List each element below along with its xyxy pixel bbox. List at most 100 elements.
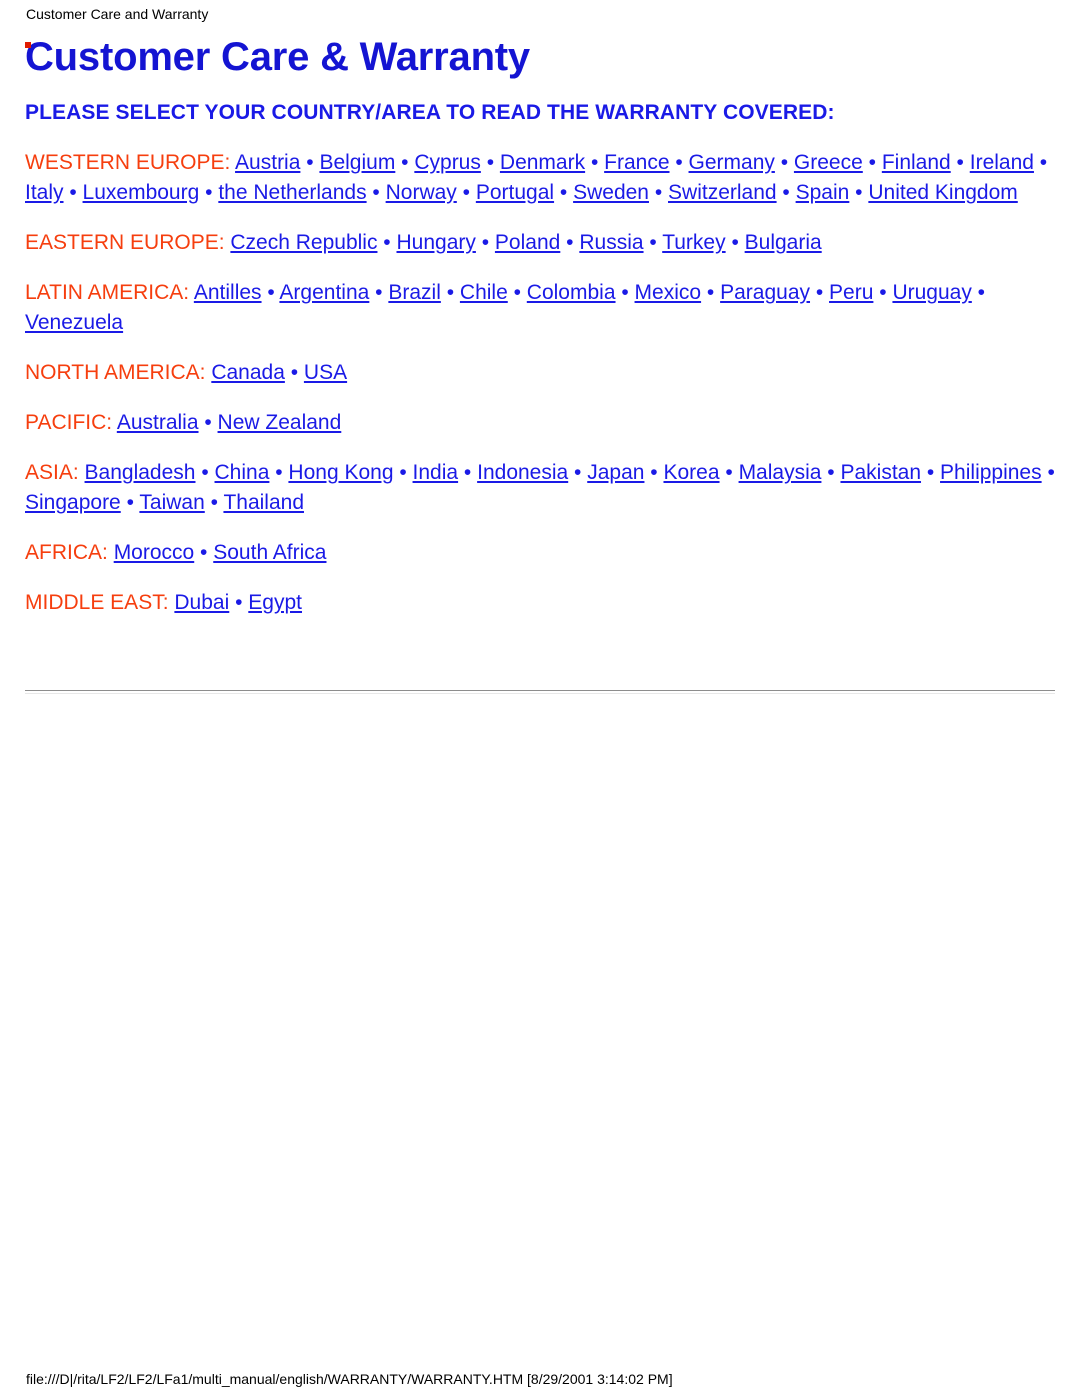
country-link[interactable]: Korea (663, 461, 719, 484)
bullet-separator: • (560, 231, 580, 254)
country-link[interactable]: Finland (882, 151, 951, 174)
country-link[interactable]: New Zealand (218, 411, 342, 434)
region-row: AFRICA: Morocco • South Africa (25, 538, 1055, 568)
bullet-separator: • (725, 231, 745, 254)
country-link[interactable]: Denmark (500, 151, 585, 174)
country-link[interactable]: Turkey (662, 231, 725, 254)
bullet-separator: • (810, 281, 830, 304)
country-link[interactable]: Paraguay (720, 281, 810, 304)
country-link[interactable]: France (604, 151, 669, 174)
country-link[interactable]: Pakistan (840, 461, 921, 484)
bullet-separator: • (669, 151, 689, 174)
bullet-separator: • (198, 411, 218, 434)
country-link[interactable]: United Kingdom (868, 181, 1017, 204)
region-country-links: Dubai • Egypt (169, 591, 302, 614)
country-link[interactable]: Russia (579, 231, 643, 254)
region-country-links: Australia • New Zealand (112, 411, 341, 434)
country-link[interactable]: Egypt (248, 591, 302, 614)
country-link[interactable]: Cyprus (414, 151, 481, 174)
country-link[interactable]: Germany (689, 151, 775, 174)
region-label: NORTH AMERICA: (25, 361, 206, 384)
bullet-separator: • (395, 151, 415, 174)
country-link[interactable]: Australia (117, 411, 199, 434)
country-link[interactable]: Czech Republic (230, 231, 377, 254)
country-link[interactable]: Thailand (223, 491, 304, 514)
country-link[interactable]: Peru (829, 281, 873, 304)
country-link[interactable]: Italy (25, 181, 64, 204)
bullet-separator: • (971, 281, 986, 304)
country-link[interactable]: Colombia (527, 281, 616, 304)
country-link[interactable]: Bangladesh (85, 461, 196, 484)
region-row: PACIFIC: Australia • New Zealand (25, 408, 1055, 438)
bullet-separator: • (873, 281, 893, 304)
country-link[interactable]: Taiwan (139, 491, 204, 514)
bullet-separator: • (719, 461, 739, 484)
country-link[interactable]: India (413, 461, 459, 484)
bullet-separator: • (458, 461, 478, 484)
region-label: EASTERN EUROPE: (25, 231, 225, 254)
region-row: ASIA: Bangladesh • China • Hong Kong • I… (25, 458, 1055, 518)
country-link[interactable]: Switzerland (668, 181, 777, 204)
bullet-separator: • (774, 151, 794, 174)
country-link[interactable]: Canada (211, 361, 285, 384)
country-link[interactable]: USA (304, 361, 347, 384)
bullet-separator: • (1041, 461, 1055, 484)
bullet-separator: • (63, 181, 83, 204)
region-label: WESTERN EUROPE: (25, 151, 231, 174)
bullet-separator: • (507, 281, 527, 304)
bullet-separator: • (480, 151, 500, 174)
red-marker-dot (25, 42, 31, 48)
country-link[interactable]: Brazil (388, 281, 441, 304)
country-link[interactable]: Belgium (319, 151, 395, 174)
country-link[interactable]: Greece (794, 151, 863, 174)
country-link[interactable]: Morocco (114, 541, 195, 564)
country-link[interactable]: Indonesia (477, 461, 568, 484)
country-link[interactable]: Austria (235, 151, 300, 174)
horizontal-divider (25, 690, 1055, 694)
country-link[interactable]: Luxembourg (83, 181, 200, 204)
bullet-separator: • (261, 281, 280, 304)
country-link[interactable]: Antilles (194, 281, 262, 304)
country-link[interactable]: Bulgaria (745, 231, 822, 254)
country-link[interactable]: Japan (587, 461, 644, 484)
main-content: Customer Care & Warranty PLEASE SELECT Y… (25, 34, 1055, 618)
country-link[interactable]: Philippines (940, 461, 1042, 484)
region-country-links: Morocco • South Africa (108, 541, 327, 564)
bullet-separator: • (377, 231, 397, 254)
bullet-separator: • (950, 151, 970, 174)
bullet-separator: • (849, 181, 869, 204)
country-link[interactable]: South Africa (213, 541, 326, 564)
country-link[interactable]: Spain (796, 181, 850, 204)
country-link[interactable]: Sweden (573, 181, 649, 204)
country-link[interactable]: Dubai (174, 591, 229, 614)
region-label: MIDDLE EAST: (25, 591, 169, 614)
region-row: NORTH AMERICA: Canada • USA (25, 358, 1055, 388)
page-header-title: Customer Care and Warranty (26, 6, 209, 22)
country-link[interactable]: Chile (460, 281, 508, 304)
country-link[interactable]: Poland (495, 231, 560, 254)
country-link[interactable]: Singapore (25, 491, 121, 514)
bullet-separator: • (195, 461, 215, 484)
country-link[interactable]: the Netherlands (218, 181, 366, 204)
country-link[interactable]: Portugal (476, 181, 554, 204)
region-row: MIDDLE EAST: Dubai • Egypt (25, 588, 1055, 618)
country-link[interactable]: Ireland (970, 151, 1034, 174)
country-link[interactable]: Venezuela (25, 311, 123, 334)
country-link[interactable]: Argentina (279, 281, 369, 304)
bullet-separator: • (393, 461, 413, 484)
bullet-separator: • (862, 151, 882, 174)
bullet-separator: • (615, 281, 635, 304)
bullet-separator: • (284, 361, 304, 384)
bullet-separator: • (1033, 151, 1048, 174)
bullet-separator: • (921, 461, 941, 484)
country-link[interactable]: Norway (386, 181, 457, 204)
region-row: LATIN AMERICA: Antilles • Argentina • Br… (25, 278, 1055, 338)
country-link[interactable]: Hong Kong (288, 461, 393, 484)
country-link[interactable]: Malaysia (739, 461, 822, 484)
country-link[interactable]: Mexico (635, 281, 702, 304)
country-link[interactable]: Hungary (397, 231, 476, 254)
country-link[interactable]: Uruguay (892, 281, 971, 304)
country-link[interactable]: China (215, 461, 270, 484)
bullet-separator: • (229, 591, 249, 614)
region-label: LATIN AMERICA: (25, 281, 190, 304)
